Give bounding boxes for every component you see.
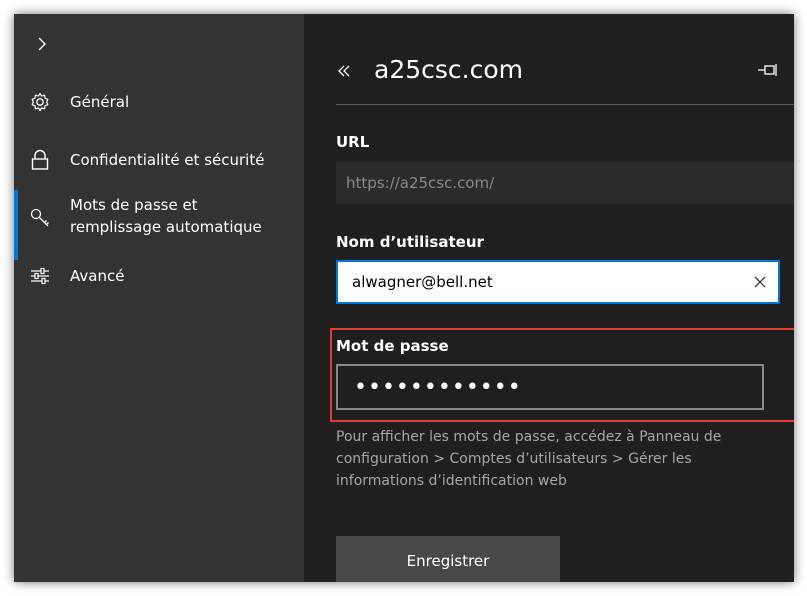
sidebar-item-advanced[interactable]: Avancé [14, 264, 304, 288]
password-field[interactable] [338, 365, 762, 409]
url-label: URL [336, 133, 370, 151]
sidebar-item-privacy[interactable]: Confidentialité et sécurité [14, 148, 304, 172]
pin-button[interactable] [756, 60, 780, 82]
sliders-icon [28, 264, 52, 288]
gear-icon [28, 90, 52, 114]
expand-sidebar-button[interactable] [30, 34, 54, 58]
close-icon [754, 273, 766, 292]
password-detail-panel: a25csc.com URL https://a25csc.com/ Nom d… [304, 14, 794, 582]
sidebar-item-label: Avancé [70, 267, 125, 285]
username-field-container [336, 260, 780, 304]
username-field[interactable] [338, 261, 742, 303]
sidebar-item-label: Général [70, 93, 130, 111]
settings-sidebar: Général Confidentialité et sécurité Mots… [14, 14, 304, 582]
chevron-right-icon [36, 36, 48, 56]
password-field-container [336, 364, 764, 410]
password-hint: Pour afficher les mots de passe, accédez… [336, 429, 722, 489]
password-label: Mot de passe [336, 337, 449, 355]
page-title: a25csc.com [374, 55, 523, 84]
key-icon [28, 206, 52, 230]
url-field: https://a25csc.com/ [336, 162, 794, 204]
sidebar-item-label: Mots de passe et remplissage automatique [70, 196, 262, 236]
divider [336, 104, 794, 105]
sidebar-item-label: Confidentialité et sécurité [70, 151, 265, 169]
lock-icon [28, 148, 52, 172]
username-label: Nom d’utilisateur [336, 233, 484, 251]
clear-button[interactable] [742, 262, 778, 302]
double-chevron-left-icon [336, 60, 352, 84]
save-button[interactable]: Enregistrer [336, 536, 560, 582]
back-button[interactable] [336, 60, 352, 84]
browser-settings-window: Général Confidentialité et sécurité Mots… [14, 14, 794, 582]
pin-icon [757, 62, 779, 81]
sidebar-item-general[interactable]: Général [14, 90, 304, 114]
sidebar-item-passwords[interactable]: Mots de passe et remplissage automatique [14, 194, 304, 240]
